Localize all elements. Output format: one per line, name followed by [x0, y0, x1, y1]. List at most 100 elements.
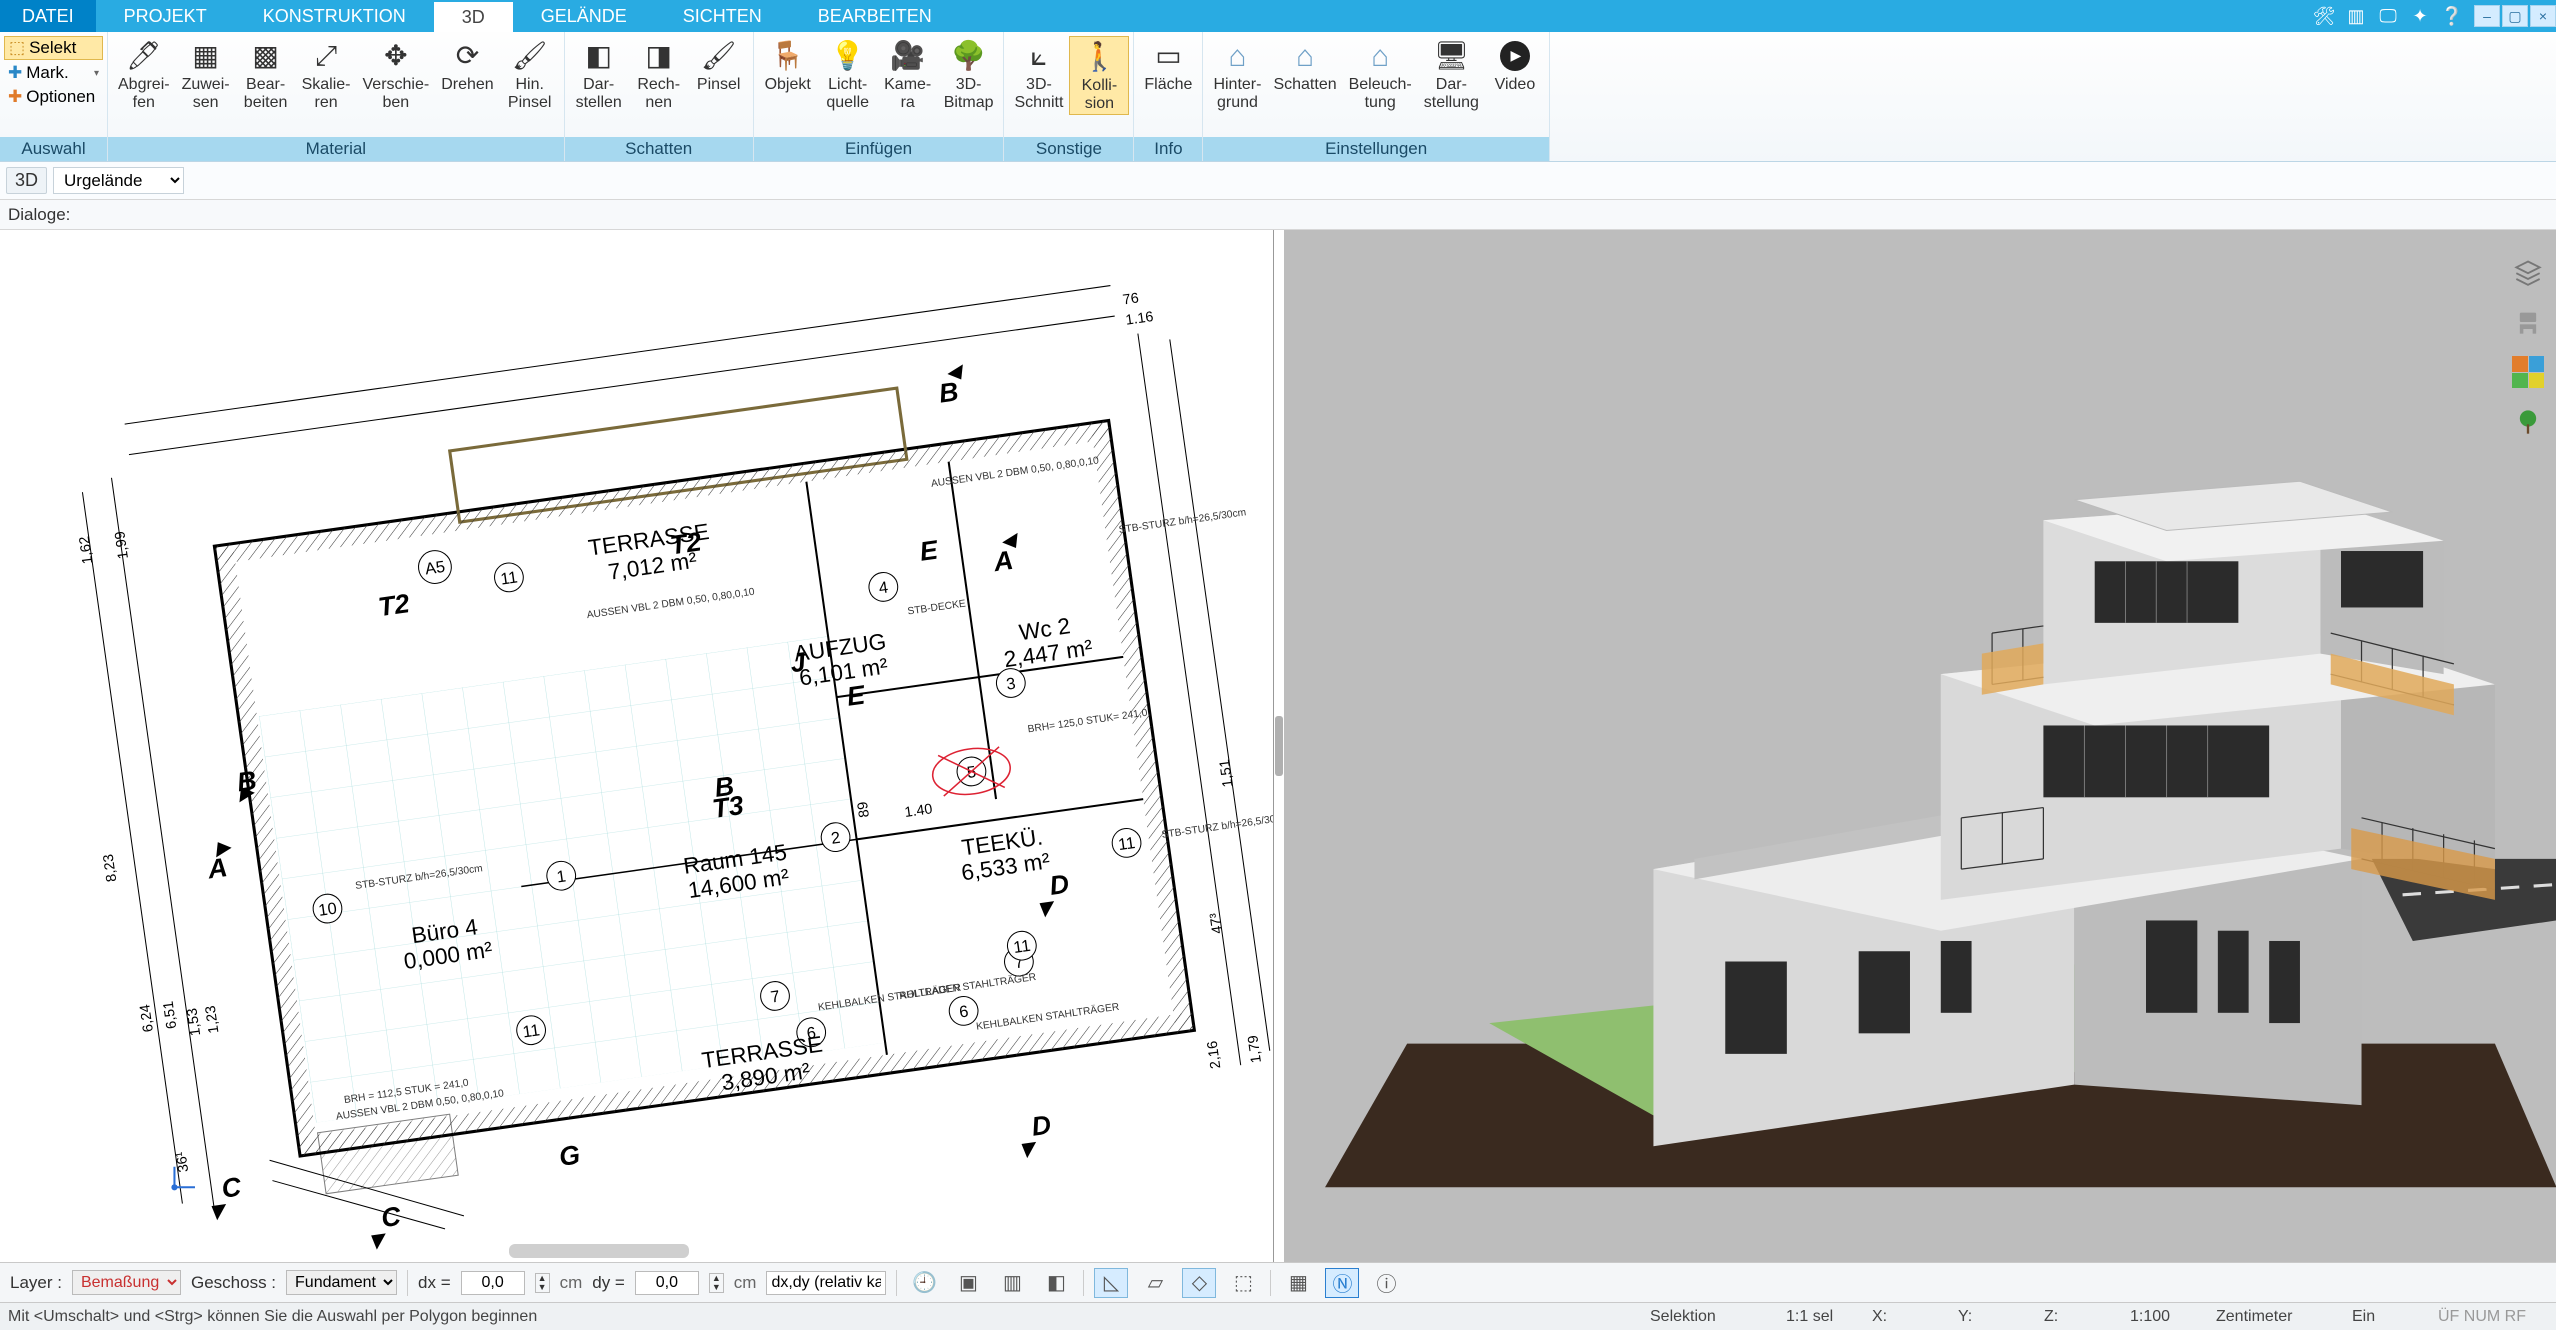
floorplan-pane[interactable]: 1 2 3 4 5 6 6 7 7 10 11 11 11 — [0, 230, 1274, 1262]
ribbon-group-info: ▭Fläche Info — [1134, 32, 1203, 161]
help-icon[interactable]: ❔ — [2440, 4, 2464, 28]
schatten-einst-button[interactable]: Schatten — [1267, 36, 1342, 96]
dy-input[interactable] — [635, 1271, 699, 1295]
hintergrund-button[interactable]: Hinter- grund — [1207, 36, 1267, 113]
bearbeiten-button[interactable]: ▩Bear- beiten — [236, 36, 296, 113]
svg-text:6,24: 6,24 — [137, 1003, 157, 1033]
layer-label: Layer : — [10, 1273, 62, 1293]
svg-text:A5: A5 — [424, 558, 446, 579]
new-icon[interactable]: ✦ — [2408, 4, 2432, 28]
dx-spinner[interactable]: ▲▼ — [535, 1273, 550, 1293]
tree-icon[interactable] — [2510, 404, 2546, 440]
north-icon[interactable]: Ⓝ — [1325, 1268, 1359, 1298]
snap-plane-icon[interactable]: ⬚ — [1226, 1268, 1260, 1298]
stack-icon[interactable]: ▥ — [2344, 4, 2368, 28]
cube-icon[interactable]: ◧ — [1039, 1268, 1073, 1298]
maximize-button[interactable]: ▢ — [2502, 5, 2528, 27]
menu-tab-konstruktion[interactable]: KONSTRUKTION — [235, 0, 434, 32]
screen-icon[interactable]: 🖵 — [2376, 4, 2400, 28]
zuweisen-button[interactable]: ▦Zuwei- sen — [176, 36, 236, 113]
menu-bar: DATEI PROJEKT KONSTRUKTION 3D GELÄNDE SI… — [0, 0, 2556, 32]
snap-endpoint-icon[interactable]: ◺ — [1094, 1268, 1128, 1298]
group-caption-schatten: Schatten — [565, 137, 753, 161]
flaeche-button[interactable]: ▭Fläche — [1138, 36, 1198, 96]
kollision-button[interactable]: 🚶Kolli- sion — [1069, 36, 1129, 115]
grid-toggle-icon[interactable]: ▦ — [1281, 1268, 1315, 1298]
group-caption-einstellungen: Einstellungen — [1203, 137, 1548, 161]
clock-icon[interactable]: 🕘 — [907, 1268, 941, 1298]
svg-text:11: 11 — [1012, 937, 1031, 957]
snap-edge-icon[interactable]: ▱ — [1138, 1268, 1172, 1298]
stack-toggle-icon[interactable]: ▥ — [995, 1268, 1029, 1298]
verschieben-button[interactable]: ✥Verschie- ben — [357, 36, 436, 113]
skalieren-button[interactable]: ⤢Skalie- ren — [296, 36, 357, 113]
3d-pane[interactable] — [1284, 230, 2556, 1262]
beleuchtung-button[interactable]: Beleuch- tung — [1343, 36, 1418, 113]
abgreifen-button[interactable]: 🖊Abgrei- fen — [112, 36, 176, 113]
menu-tab-projekt[interactable]: PROJEKT — [96, 0, 235, 32]
svg-text:D: D — [1048, 869, 1071, 901]
furniture-icon[interactable] — [2510, 304, 2546, 340]
side-tool-strip — [2506, 244, 2550, 450]
menu-tab-3d[interactable]: 3D — [434, 0, 513, 32]
tools-icon[interactable]: 🛠 — [2312, 4, 2336, 28]
status-units: Zentimeter — [2216, 1308, 2326, 1326]
floorplan-scrollbar[interactable] — [509, 1244, 689, 1258]
hinpinsel-button[interactable]: 🖌Hin. Pinsel — [500, 36, 560, 113]
kamera-button[interactable]: 🎥Kame- ra — [878, 36, 938, 113]
geschoss-label: Geschoss : — [191, 1273, 276, 1293]
group-caption-material: Material — [108, 137, 564, 161]
status-bar: Mit <Umschalt> und <Strg> können Sie die… — [0, 1302, 2556, 1330]
menu-tab-datei[interactable]: DATEI — [0, 0, 96, 32]
status-hint: Mit <Umschalt> und <Strg> können Sie die… — [8, 1308, 537, 1326]
layer-select[interactable]: Bemaßung — [72, 1270, 181, 1295]
dx-input[interactable] — [461, 1271, 525, 1295]
svg-text:47³: 47³ — [1207, 912, 1226, 935]
lichtquelle-button[interactable]: 💡Licht- quelle — [818, 36, 878, 113]
svg-text:T2: T2 — [376, 588, 411, 622]
floorplan-drawing[interactable]: 1 2 3 4 5 6 6 7 7 10 11 11 11 — [0, 230, 1273, 1262]
rechnen-button[interactable]: ◨Rech- nen — [629, 36, 689, 113]
video-button[interactable]: Video — [1485, 36, 1545, 96]
svg-text:89: 89 — [855, 801, 873, 819]
drehen-button[interactable]: ⟳Drehen — [435, 36, 499, 96]
layers-icon[interactable] — [2510, 254, 2546, 290]
geschoss-select[interactable]: Fundament — [286, 1270, 397, 1295]
minimize-button[interactable]: – — [2474, 5, 2500, 27]
group-caption-sonstige: Sonstige — [1004, 137, 1133, 161]
optionen-button[interactable]: ✚Optionen — [4, 86, 103, 108]
schnitt3d-button[interactable]: ⟀3D- Schnitt — [1008, 36, 1069, 113]
svg-text:1,79: 1,79 — [1245, 1034, 1265, 1064]
svg-text:C: C — [220, 1171, 244, 1203]
mark-button[interactable]: ✚Mark.▾ — [4, 62, 103, 84]
snap-face-icon[interactable]: ◇ — [1182, 1268, 1216, 1298]
pane-splitter[interactable] — [1274, 230, 1284, 1262]
bottom-toolbar: Layer : Bemaßung Geschoss : Fundament dx… — [0, 1262, 2556, 1302]
menu-tab-sichten[interactable]: SICHTEN — [655, 0, 790, 32]
darstellung-button[interactable]: 🖥Dar- stellung — [1418, 36, 1485, 113]
view-bar: 3D Urgelände — [0, 162, 2556, 200]
close-button[interactable]: × — [2530, 5, 2556, 27]
objekt-button[interactable]: 🪑Objekt — [758, 36, 818, 96]
menu-tab-gelaende[interactable]: GELÄNDE — [513, 0, 655, 32]
menu-tab-bearbeiten[interactable]: BEARBEITEN — [790, 0, 960, 32]
coord-mode-input[interactable] — [766, 1271, 886, 1295]
terrain-select[interactable]: Urgelände — [53, 167, 184, 194]
app-window: DATEI PROJEKT KONSTRUKTION 3D GELÄNDE SI… — [0, 0, 2556, 1330]
view-mode-chip[interactable]: 3D — [6, 167, 47, 194]
dy-spinner[interactable]: ▲▼ — [709, 1273, 724, 1293]
info-toggle-icon[interactable]: ⓘ — [1369, 1268, 1403, 1298]
bitmap3d-button[interactable]: 🌳3D- Bitmap — [938, 36, 1000, 113]
title-quick-icons: 🛠 ▥ 🖵 ✦ ❔ — [2304, 0, 2472, 32]
3d-render[interactable] — [1284, 230, 2556, 1262]
darstellen-button[interactable]: ◧Dar- stellen — [569, 36, 629, 113]
window-controls: – ▢ × — [2472, 0, 2556, 32]
status-scale: 1:100 — [2130, 1308, 2190, 1326]
svg-text:36¹: 36¹ — [173, 1150, 192, 1173]
pinsel-button[interactable]: 🖌Pinsel — [689, 36, 749, 96]
bounds-icon[interactable]: ▣ — [951, 1268, 985, 1298]
ribbon-group-material: 🖊Abgrei- fen ▦Zuwei- sen ▩Bear- beiten ⤢… — [108, 32, 565, 161]
selekt-button[interactable]: ⬚Selekt — [4, 36, 103, 60]
group-caption-auswahl: Auswahl — [0, 137, 107, 161]
palette-icon[interactable] — [2510, 354, 2546, 390]
